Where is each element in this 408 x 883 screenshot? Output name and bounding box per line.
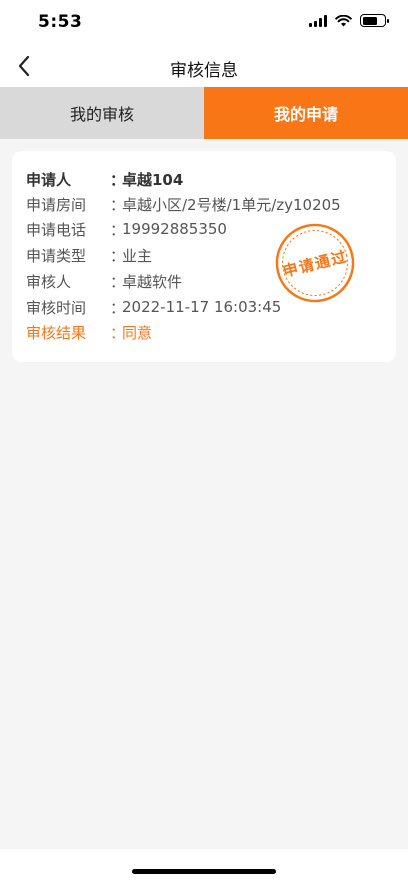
review-result-value: 同意 — [122, 323, 153, 342]
colon: ： — [110, 272, 126, 291]
room-row: 申请房间 ： 卓越小区/2号楼/1单元/zy10205 — [26, 192, 341, 216]
tab-my-reviews[interactable]: 我的审核 — [0, 87, 204, 139]
review-time-row: 审核时间 ： 2022-11-17 16:03:45 — [26, 295, 281, 319]
colon: ： — [110, 170, 126, 189]
page-title: 审核信息 — [170, 61, 238, 81]
applicant-label: 申请人 — [26, 170, 72, 189]
colon: ： — [110, 298, 126, 317]
phone-value: 19992885350 — [122, 220, 227, 238]
reviewer-row: 审核人 ： 卓越软件 — [26, 269, 182, 293]
phone-row: 申请电话 ： 19992885350 — [26, 217, 227, 241]
cellular-signal-icon — [309, 14, 327, 27]
review-time-label: 审核时间 — [26, 298, 87, 317]
review-time-value: 2022-11-17 16:03:45 — [122, 298, 282, 316]
applicant-value: 卓越104 — [122, 170, 184, 189]
battery-icon — [360, 14, 389, 27]
type-value: 业主 — [122, 246, 153, 265]
room-value: 卓越小区/2号楼/1单元/zy10205 — [122, 195, 341, 214]
review-result-label: 审核结果 — [26, 323, 87, 342]
type-row: 申请类型 ： 业主 — [26, 243, 152, 267]
colon: ： — [110, 323, 126, 342]
review-result-row: 审核结果 ： 同意 — [26, 320, 152, 344]
colon: ： — [110, 220, 126, 239]
reviewer-value: 卓越软件 — [122, 272, 183, 291]
status-icons — [309, 14, 389, 27]
type-label: 申请类型 — [26, 246, 87, 265]
colon: ： — [110, 195, 126, 214]
status-time: 5:53 — [38, 12, 83, 32]
home-indicator-area — [0, 849, 408, 883]
stamp-text: 申请通过 — [281, 247, 349, 280]
applicant-row: 申请人 ： 卓越104 — [26, 167, 183, 191]
nav-bar: 审核信息 — [0, 44, 408, 88]
reviewer-label: 审核人 — [26, 272, 72, 291]
wifi-icon — [335, 14, 352, 26]
status-bar: 5:53 — [0, 0, 408, 44]
home-indicator[interactable] — [132, 869, 276, 874]
tab-bar: 我的审核 我的申请 — [0, 87, 408, 139]
application-card[interactable]: 申请人 ： 卓越104 申请房间 ： 卓越小区/2号楼/1单元/zy10205 … — [12, 151, 396, 362]
room-label: 申请房间 — [26, 195, 87, 214]
colon: ： — [110, 246, 126, 265]
phone-label: 申请电话 — [26, 220, 87, 239]
tab-my-applications[interactable]: 我的申请 — [204, 87, 408, 139]
